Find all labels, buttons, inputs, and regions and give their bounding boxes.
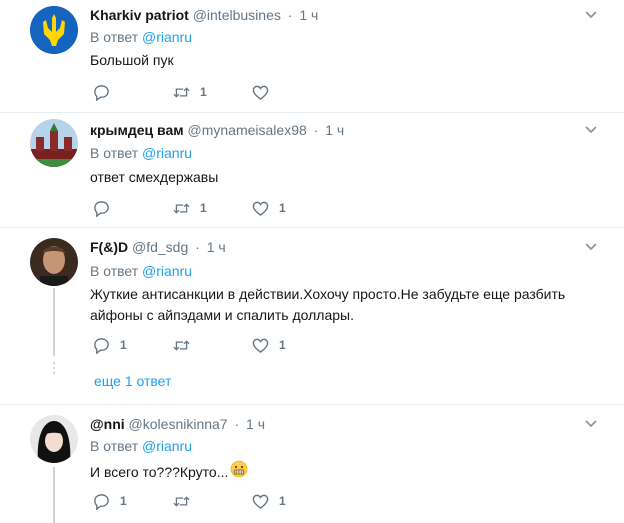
retweet-icon [173,493,190,510]
reply-button[interactable] [93,198,120,218]
avatar-girl[interactable] [30,415,78,463]
separator-dot: · [195,239,200,255]
reply-button[interactable]: 1 [93,491,127,511]
chevron-down-icon[interactable] [584,419,598,429]
reply-count: 1 [120,494,127,508]
thread-dot [53,367,55,369]
separator-dot: · [234,416,240,432]
timestamp[interactable]: 1 ч [325,122,344,138]
user-handle[interactable]: @intelbusines [193,7,281,23]
thread-dot [53,362,55,364]
reply-to-link[interactable]: @rianru [142,145,192,161]
reply-prefix: В ответ [90,438,139,454]
retweet-count: 1 [200,201,207,215]
avatar-kremlin[interactable] [30,119,78,167]
reply-icon [93,337,110,354]
tweet-text: Жуткие антисанкции в действии.Хохочу про… [90,286,566,323]
user-handle[interactable]: @mynameisalex98 [188,122,307,138]
like-button[interactable]: 1 [252,335,286,355]
tweet-actions: 1 1 [90,335,390,355]
reply-icon [93,84,110,101]
reply-prefix: В ответ [90,29,139,45]
retweet-icon [173,84,190,101]
thread-dots [53,362,55,377]
tweet-header: @nni @kolesnikinna7 · 1 ч [90,415,265,433]
retweet-button[interactable]: 1 [173,82,207,102]
like-count: 1 [279,201,286,215]
reply-to-line: В ответ @rianru [90,144,192,162]
reply-button[interactable] [93,82,120,102]
retweet-button[interactable] [173,491,200,511]
chevron-down-icon[interactable] [584,125,598,135]
thread-dot [53,372,55,374]
tweet-2[interactable]: крымдец вам @mynameisalex98 · 1 ч В отве… [0,113,624,227]
like-button[interactable]: 1 [252,198,286,218]
user-name[interactable]: F(&)D [90,239,128,255]
avatar-trident[interactable] [30,6,78,54]
reply-to-link[interactable]: @rianru [142,29,192,45]
separator-dot: · [313,122,319,138]
separator-dot: · [287,7,293,23]
tweet-actions: 1 [90,82,390,102]
tweet-actions: 1 1 [90,198,390,218]
user-name[interactable]: крымдец вам [90,122,184,138]
retweet-icon [173,200,190,217]
user-name[interactable]: Kharkiv patriot [90,7,189,23]
tweet-header: Kharkiv patriot @intelbusines · 1 ч [90,6,318,24]
thread-line [53,288,55,356]
tweet-text: И всего то???Круто... [90,463,229,480]
reply-count: 1 [120,338,127,352]
show-more-replies-link[interactable]: еще 1 ответ [94,372,171,390]
tweet-4[interactable]: @nni @kolesnikinna7 · 1 ч В ответ @rianr… [0,405,624,523]
grimacing-face-emoji [230,460,248,483]
thread-line [53,467,55,523]
tweet-text-line: И всего то???Круто... [90,460,590,483]
reply-to-line: В ответ @rianru [90,262,192,280]
heart-icon [252,493,269,510]
retweet-icon [173,337,190,354]
tweet-header: F(&)D @fd_sdg · 1 ч [90,238,226,256]
chevron-down-icon[interactable] [584,242,598,252]
heart-icon [252,337,269,354]
avatar-portrait[interactable] [30,238,78,286]
reply-to-line: В ответ @rianru [90,28,192,46]
tweet-text: Большой пук [90,52,174,68]
reply-to-link[interactable]: @rianru [142,263,192,279]
tweet-header: крымдец вам @mynameisalex98 · 1 ч [90,121,344,139]
user-name[interactable]: @nni [90,416,125,432]
like-count: 1 [279,494,286,508]
like-count: 1 [279,338,286,352]
tweet-1[interactable]: Kharkiv patriot @intelbusines · 1 ч В от… [0,0,624,112]
heart-icon [252,84,269,101]
reply-to-link[interactable]: @rianru [142,438,192,454]
tweet-text: ответ смехдержавы [90,169,219,185]
like-button[interactable] [252,82,279,102]
reply-prefix: В ответ [90,145,139,161]
like-button[interactable]: 1 [252,491,286,511]
retweet-button[interactable]: 1 [173,198,207,218]
timestamp[interactable]: 1 ч [299,7,318,23]
reply-button[interactable]: 1 [93,335,127,355]
reply-icon [93,493,110,510]
timestamp[interactable]: 1 ч [246,416,265,432]
timestamp[interactable]: 1 ч [207,239,226,255]
tweet-actions: 1 1 [90,491,390,511]
reply-prefix: В ответ [90,263,139,279]
user-handle[interactable]: @fd_sdg [132,239,188,255]
heart-icon [252,200,269,217]
chevron-down-icon[interactable] [584,10,598,20]
retweet-button[interactable] [173,335,200,355]
reply-icon [93,200,110,217]
user-handle[interactable]: @kolesnikinna7 [129,416,228,432]
retweet-count: 1 [200,85,207,99]
reply-to-line: В ответ @rianru [90,437,192,455]
tweet-3[interactable]: F(&)D @fd_sdg · 1 ч В ответ @rianru Жутк… [0,228,624,404]
